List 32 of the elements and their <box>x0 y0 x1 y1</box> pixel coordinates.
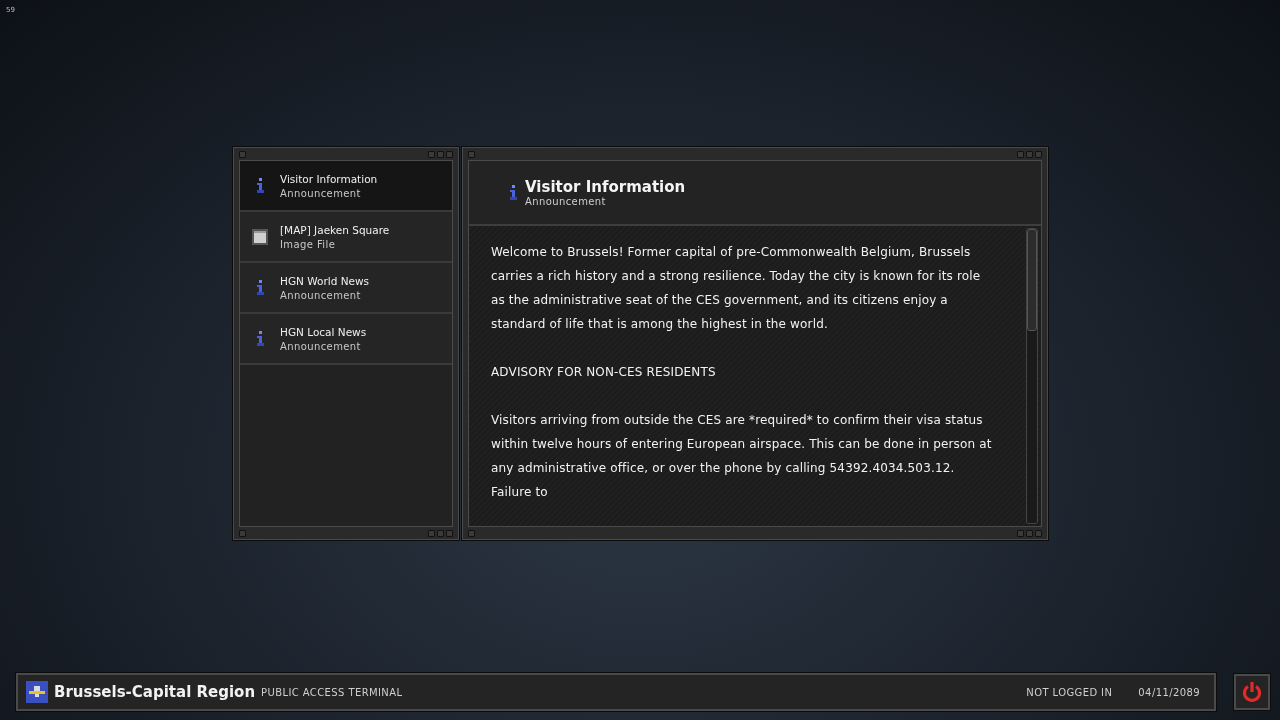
rivet <box>468 529 475 537</box>
item-title: HGN Local News <box>280 325 367 338</box>
info-icon <box>509 184 517 201</box>
paragraph: ADVISORY FOR NON-CES RESIDENTS <box>491 364 717 381</box>
power-icon <box>1241 681 1263 703</box>
terminal-label: PUBLIC ACCESS TERMINAL <box>261 686 403 698</box>
item-title: [MAP] Jaeken Square <box>280 223 390 236</box>
region-flag-icon <box>26 681 48 703</box>
info-icon <box>256 279 264 296</box>
rivet <box>239 529 246 537</box>
item-title: HGN World News <box>280 274 370 287</box>
item-type: Announcement <box>280 187 362 199</box>
date-text: 04/11/2089 <box>1138 686 1200 698</box>
info-icon <box>256 330 264 347</box>
power-button[interactable] <box>1234 674 1270 710</box>
rivet <box>239 150 246 158</box>
item-type: Image File <box>280 238 337 250</box>
document-title: Visitor Information <box>525 178 686 196</box>
scrollbar[interactable] <box>1026 228 1038 524</box>
item-title: Visitor Information <box>280 172 378 185</box>
item-type: Announcement <box>280 340 362 352</box>
info-icon <box>256 177 264 194</box>
region-name: Brussels-Capital Region <box>54 683 256 701</box>
image-file-icon <box>252 228 268 245</box>
paragraph: Welcome to Brussels! Former capital of pre-Commonwealth Belgium, Brussels carries a rich history and a strong resilience. Today the city is known for its role as the administrative seat of the CES government, and its citizens enjoy a standard of life that is among the highest in the world. <box>491 244 982 333</box>
paragraph: Visitors arriving from outside the CES are *required* to confirm their visa status within twelve hours of entering European airspace. This can be done in person at any administrative office, or over the phone by calling 54392.4034.503.12. Failure to <box>491 412 993 501</box>
scrollbar-thumb[interactable] <box>1027 229 1037 331</box>
rivet <box>468 150 475 158</box>
item-type: Announcement <box>280 289 362 301</box>
sidebar-item[interactable]: Visitor Information Announcement <box>240 161 452 212</box>
login-status: NOT LOGGED IN <box>1026 686 1113 698</box>
document-type: Announcement <box>525 196 607 207</box>
